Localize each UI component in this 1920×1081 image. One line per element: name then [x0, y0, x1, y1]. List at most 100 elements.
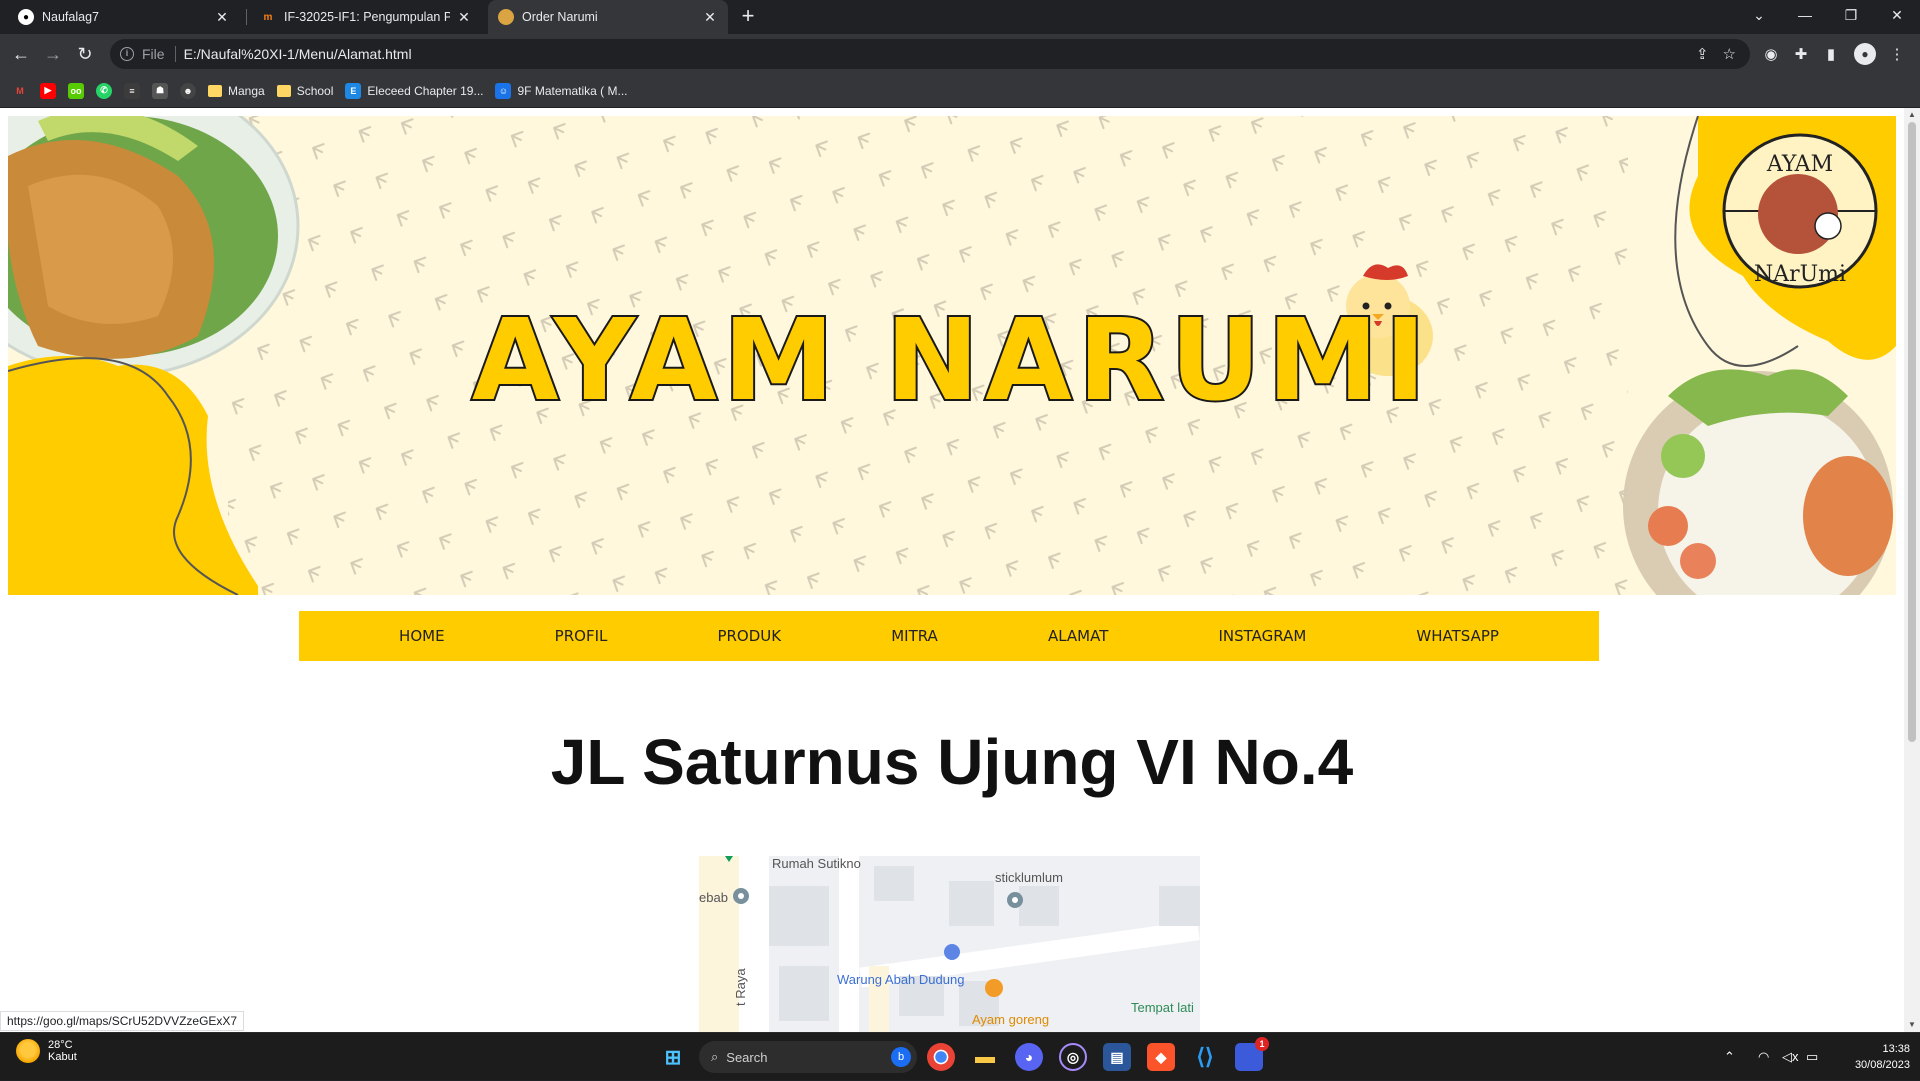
- bing-icon: b: [891, 1047, 911, 1067]
- svg-text:NArUmi: NArUmi: [1754, 262, 1846, 287]
- minimize-button[interactable]: —: [1782, 0, 1828, 30]
- menu-produk[interactable]: PRODUK: [717, 627, 781, 645]
- tab-title: Naufalag7: [42, 10, 99, 24]
- weather-temperature: 28°C: [48, 1039, 73, 1051]
- classroom-icon: ☺: [495, 82, 512, 99]
- menu-alamat[interactable]: ALAMAT: [1048, 627, 1108, 645]
- system-clock[interactable]: 13:38 30/08/2023: [1855, 1041, 1910, 1073]
- tray-overflow-chevron[interactable]: ⌃: [1724, 1033, 1735, 1081]
- chrome-taskbar-icon[interactable]: [927, 1043, 955, 1071]
- bookmark-gmail[interactable]: M: [12, 79, 28, 103]
- tab-strip: ● Naufalag7 ✕ m IF-32025-IF1: Pengumpula…: [0, 0, 1920, 34]
- battery-icon[interactable]: ▭: [1806, 1033, 1818, 1081]
- svg-text:AYAM: AYAM: [1766, 152, 1833, 177]
- volume-muted-icon[interactable]: ◁x: [1782, 1033, 1799, 1081]
- tab-order-narumi[interactable]: Order Narumi ✕: [488, 0, 728, 34]
- bookmark-profile[interactable]: ☻: [180, 79, 196, 103]
- close-icon[interactable]: ✕: [702, 9, 718, 26]
- close-icon[interactable]: ✕: [456, 9, 472, 26]
- close-icon[interactable]: ✕: [214, 9, 230, 26]
- share-icon[interactable]: ⇪: [1696, 45, 1709, 63]
- weather-widget[interactable]: 28°C Kabut: [16, 1039, 77, 1063]
- menu-instagram[interactable]: INSTAGRAM: [1218, 627, 1306, 645]
- bookmark-item[interactable]: ☗: [152, 79, 168, 103]
- tab-divider: [246, 9, 247, 25]
- bookmark-duolingo[interactable]: oo: [68, 79, 84, 103]
- menu-profil[interactable]: PROFIL: [555, 627, 608, 645]
- map-tiles: [699, 856, 1200, 1032]
- scroll-thumb[interactable]: [1908, 122, 1916, 742]
- menu-kebab-icon[interactable]: ⋮: [1886, 43, 1908, 65]
- new-tab-button[interactable]: +: [735, 4, 761, 30]
- notes-icon[interactable]: 1: [1235, 1037, 1269, 1071]
- restore-button[interactable]: ❐: [1828, 0, 1874, 30]
- search-placeholder: Search: [726, 1049, 768, 1065]
- bookmark-youtube[interactable]: ▶: [40, 79, 56, 103]
- file-explorer-icon[interactable]: ▬: [971, 1043, 999, 1071]
- bookmark-label: 9F Matematika ( M...: [517, 83, 628, 98]
- map-label-sticklumlum: sticklumlum: [995, 870, 1063, 885]
- duolingo-icon: oo: [68, 82, 84, 99]
- bookmark-app[interactable]: ≡: [124, 79, 140, 103]
- app-circle-icon[interactable]: ◎: [1059, 1043, 1087, 1071]
- bookmark-label: Eleceed Chapter 19...: [367, 83, 484, 98]
- window-close-button[interactable]: ✕: [1874, 0, 1920, 30]
- youtube-icon: ▶: [40, 82, 56, 99]
- clock-date: 30/08/2023: [1854, 1059, 1910, 1071]
- main-menu: HOME PROFIL PRODUK MITRA ALAMAT INSTAGRA…: [299, 611, 1599, 661]
- windows-start-icon[interactable]: ⊞: [659, 1043, 687, 1071]
- reload-button[interactable]: ↻: [72, 41, 98, 67]
- folder-icon: [208, 84, 222, 97]
- tab-title: Order Narumi: [522, 10, 598, 24]
- clock-time: 13:38: [1882, 1043, 1910, 1055]
- map-label-ayam: Ayam goreng: [972, 1012, 1050, 1027]
- taskbar-search[interactable]: ⌕ Search b: [699, 1041, 917, 1073]
- gmail-icon: M: [16, 85, 24, 96]
- brave-icon[interactable]: ◆: [1147, 1043, 1175, 1071]
- map-label-raya: t Raya: [733, 968, 748, 1006]
- extension-avatar-icon[interactable]: ◉: [1760, 43, 1782, 65]
- url-text[interactable]: E:/Naufal%20XI-1/Menu/Alamat.html: [184, 46, 412, 62]
- map-label-kebab: ebab: [699, 890, 728, 905]
- bookmark-classroom[interactable]: ☺ 9F Matematika ( M...: [495, 79, 628, 103]
- eleceed-icon: E: [345, 82, 362, 99]
- scroll-up-arrow[interactable]: ▲: [1904, 108, 1920, 122]
- search-icon: ⌕: [711, 1049, 719, 1064]
- tab-github[interactable]: ● Naufalag7 ✕: [8, 0, 240, 34]
- profile-avatar[interactable]: ●: [1854, 43, 1876, 65]
- page-scrollbar[interactable]: ▲ ▼: [1904, 108, 1920, 1032]
- side-panel-icon[interactable]: ▮: [1820, 43, 1842, 65]
- tab-moodle[interactable]: m IF-32025-IF1: Pengumpulan Prog ✕: [250, 0, 482, 34]
- info-icon[interactable]: i: [120, 47, 134, 61]
- vscode-icon[interactable]: ⟨⟩: [1191, 1043, 1219, 1071]
- page-viewport: AYAM NArUmi AYAM NARUMI HOME PROFIL PROD…: [0, 108, 1904, 1032]
- discord-icon[interactable]: ◕: [1015, 1043, 1043, 1071]
- menu-home[interactable]: HOME: [399, 627, 445, 645]
- github-icon: ●: [18, 9, 34, 25]
- profile-icon: ☻: [180, 82, 196, 99]
- tab-title: IF-32025-IF1: Pengumpulan Prog: [284, 10, 450, 24]
- map-label-rumah: Rumah Sutikno: [772, 856, 861, 871]
- forward-button[interactable]: →: [40, 41, 66, 67]
- wifi-icon[interactable]: ◠: [1758, 1033, 1769, 1081]
- browser-toolbar: ← → ↻ i File E:/Naufal%20XI-1/Menu/Alama…: [0, 34, 1920, 74]
- store-icon[interactable]: ▤: [1103, 1043, 1131, 1071]
- folder-icon: [276, 84, 291, 97]
- bookmark-folder-school[interactable]: School: [276, 79, 333, 103]
- bookmark-whatsapp[interactable]: ✆: [96, 79, 112, 103]
- google-map-embed[interactable]: Rumah Sutikno sticklumlum ebab Warung Ab…: [699, 856, 1200, 1032]
- menu-whatsapp[interactable]: WHATSAPP: [1416, 627, 1499, 645]
- address-bar[interactable]: i File E:/Naufal%20XI-1/Menu/Alamat.html…: [110, 39, 1750, 69]
- map-label-warung: Warung Abah Dudung: [837, 972, 965, 987]
- bookmark-star-icon[interactable]: ☆: [1723, 45, 1736, 63]
- tab-search-button[interactable]: ⌄: [1736, 0, 1782, 30]
- address-heading: JL Saturnus Ujung VI No.4: [550, 726, 1354, 798]
- back-button[interactable]: ←: [8, 41, 34, 67]
- narumi-logo: AYAM NArUmi: [1722, 133, 1878, 289]
- extensions-puzzle-icon[interactable]: ✚: [1790, 43, 1812, 65]
- app-icon: ≡: [124, 82, 140, 99]
- scroll-down-arrow[interactable]: ▼: [1904, 1018, 1920, 1032]
- bookmark-folder-manga[interactable]: Manga: [208, 79, 265, 103]
- bookmark-eleceed[interactable]: E Eleceed Chapter 19...: [345, 79, 483, 103]
- menu-mitra[interactable]: MITRA: [891, 627, 938, 645]
